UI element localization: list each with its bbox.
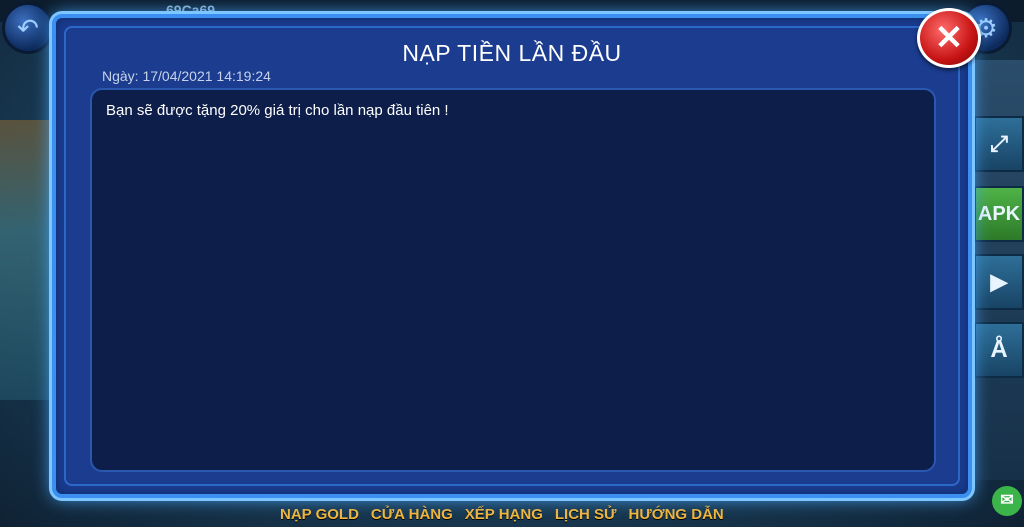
back-arrow-icon[interactable]: ↶ — [2, 2, 54, 54]
nav-huong-dan[interactable]: HƯỚNG DẪN — [629, 506, 724, 527]
messenger-icon[interactable]: ✉ — [992, 486, 1022, 516]
bottom-nav: NẠP GOLD CỬA HÀNG XẾP HẠNG LỊCH SỬ HƯỚNG… — [280, 506, 724, 527]
first-deposit-dialog: NẠP TIỀN LẦN ĐẦU Ngày: 17/04/2021 14:19:… — [52, 14, 972, 498]
dialog-date: Ngày: 17/04/2021 14:19:24 — [102, 68, 271, 84]
close-icon[interactable]: ✕ — [917, 8, 981, 68]
nav-xep-hang[interactable]: XẾP HẠNG — [465, 506, 543, 527]
google-play-icon[interactable]: ▶ — [974, 254, 1024, 310]
apk-label: APK — [977, 203, 1021, 225]
message-text: Bạn sẽ được tặng 20% giá trị cho lần nạp… — [106, 102, 449, 119]
app-store-icon[interactable]: Å — [974, 322, 1024, 378]
message-box: Bạn sẽ được tặng 20% giá trị cho lần nạp… — [90, 88, 936, 472]
nav-nap-gold[interactable]: NẠP GOLD — [280, 506, 359, 527]
nav-lich-su[interactable]: LỊCH SỬ — [555, 506, 617, 527]
nav-cua-hang[interactable]: CỬA HÀNG — [371, 506, 453, 527]
dialog-title: NẠP TIỀN LẦN ĐẦU — [402, 40, 622, 66]
fullscreen-icon[interactable]: ⤢ — [974, 116, 1024, 172]
apk-button[interactable]: APK — [974, 186, 1024, 242]
